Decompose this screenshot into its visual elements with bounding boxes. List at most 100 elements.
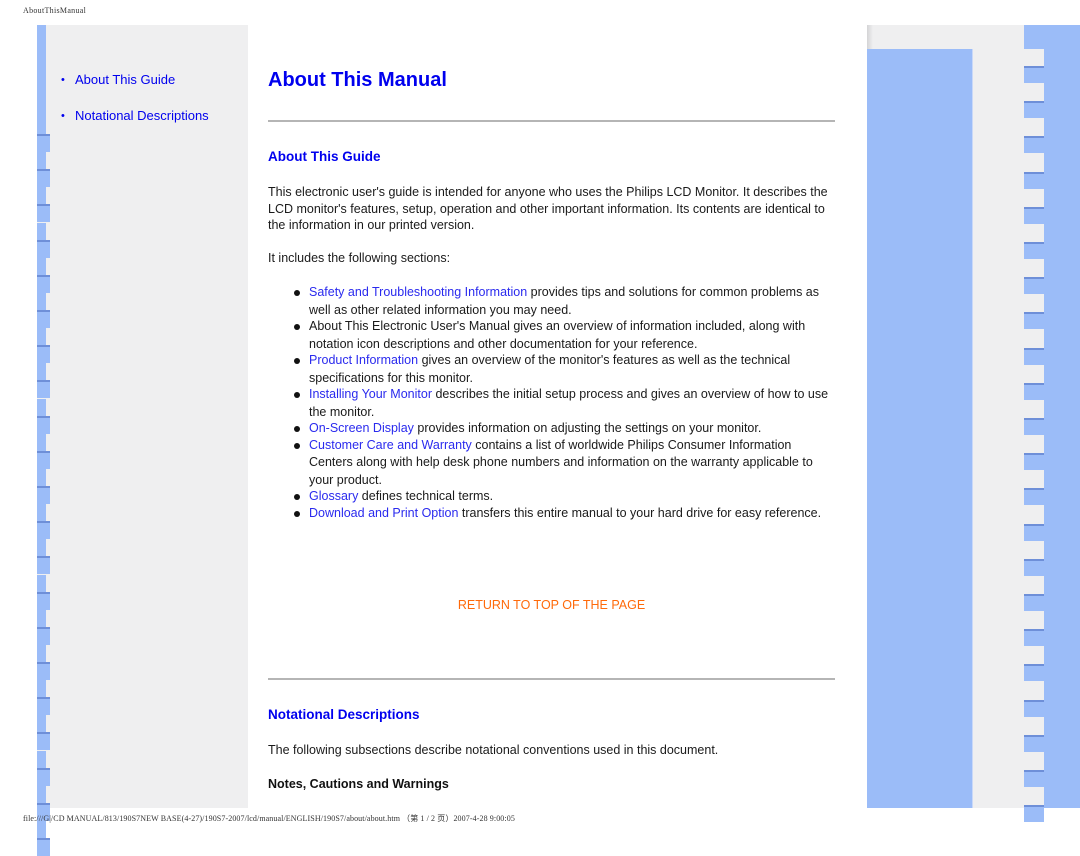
sidebar-item-about-this-guide[interactable]: • About This Guide — [61, 72, 209, 108]
link-download-print[interactable]: Download and Print Option — [309, 506, 458, 520]
bullet-icon — [294, 358, 300, 364]
bullet-icon: • — [61, 74, 65, 86]
decor-strip-segment — [37, 609, 46, 627]
decor-strip-segment — [37, 328, 46, 346]
decor-tab — [37, 239, 50, 258]
decor-tab — [1024, 242, 1044, 259]
bullet-icon — [294, 392, 300, 398]
decor-tab — [1024, 101, 1044, 119]
decor-tab — [1024, 171, 1044, 189]
link-installing-your-monitor[interactable]: Installing Your Monitor — [309, 387, 432, 401]
decor-shadow — [867, 25, 873, 49]
sections-lead: It includes the following sections: — [268, 251, 451, 265]
page-title: About This Manual — [268, 69, 447, 91]
link-product-information[interactable]: Product Information — [309, 353, 418, 367]
decor-tab — [37, 486, 50, 504]
link-safety-troubleshooting[interactable]: Safety and Troubleshooting Information — [309, 285, 527, 299]
decor-strip-segment — [37, 363, 46, 381]
return-to-top-link[interactable]: RETURN TO TOP OF THE PAGE — [268, 598, 835, 612]
sidebar: • About This Guide • Notational Descript… — [37, 25, 248, 856]
decor-strip-segment — [37, 785, 46, 803]
list-item: Customer Care and Warranty contains a li… — [292, 437, 832, 490]
list-item: On-Screen Display provides information o… — [292, 420, 832, 438]
decor-tab — [1024, 66, 1044, 83]
decor-strip-segment — [37, 398, 46, 416]
decor-tab — [37, 415, 50, 434]
bullet-icon — [294, 324, 300, 330]
list-item: Installing Your Monitor describes the in… — [292, 386, 832, 421]
decor-tab — [1024, 594, 1044, 611]
decor-tab — [1024, 770, 1044, 787]
subheading-notes-cautions-warnings: Notes, Cautions and Warnings — [268, 777, 449, 791]
decor-tab — [1024, 418, 1044, 435]
list-item: Product Information gives an overview of… — [292, 352, 832, 387]
decor-strip-segment — [37, 504, 46, 522]
sidebar-link-about-this-guide[interactable]: About This Guide — [75, 72, 175, 87]
decor-tab — [37, 134, 50, 152]
decor-tab — [37, 310, 50, 328]
decor-tab — [37, 626, 50, 645]
decor-tab — [1024, 453, 1044, 471]
decor-tab — [37, 521, 50, 540]
decor-strip — [1044, 25, 1080, 808]
decor-tab — [37, 274, 50, 293]
sections-list: Safety and Troubleshooting Information p… — [292, 284, 832, 521]
bullet-icon — [294, 290, 300, 296]
decor-tab — [37, 697, 50, 716]
decor-strip-segment — [37, 293, 46, 310]
list-item: Download and Print Option transfers this… — [292, 505, 832, 523]
decor-strip-top — [1024, 25, 1044, 49]
decor-tab — [37, 591, 50, 610]
list-item-text: About This Electronic User's Manual give… — [309, 319, 806, 351]
decor-tab — [37, 732, 50, 751]
bullet-icon: • — [61, 110, 65, 122]
decor-tab — [37, 169, 50, 188]
right-decoration — [867, 25, 1080, 823]
decor-strip-segment — [37, 680, 46, 698]
decor-tab — [1024, 734, 1044, 752]
bullet-icon — [294, 442, 300, 449]
link-on-screen-display[interactable]: On-Screen Display — [309, 421, 414, 435]
decor-tab — [1024, 805, 1044, 823]
decor-tab — [1024, 136, 1044, 154]
decor-tab — [1024, 664, 1044, 682]
decor-tab — [1024, 629, 1044, 647]
decor-tab — [37, 345, 50, 364]
decor-tab — [1024, 382, 1044, 400]
decor-strip-segment — [37, 574, 46, 592]
decor-strip-segment — [37, 222, 46, 240]
decor-strip-segment — [37, 750, 46, 768]
decor-strip-segment — [37, 539, 46, 557]
decor-tab — [37, 204, 50, 223]
link-glossary[interactable]: Glossary — [309, 489, 358, 503]
decor-strip-segment — [37, 715, 46, 733]
sidebar-item-notational-descriptions[interactable]: • Notational Descriptions — [61, 108, 209, 144]
section-heading-notational-descriptions: Notational Descriptions — [268, 707, 420, 722]
page-header: AboutThisManual — [23, 6, 87, 15]
list-item-text: defines technical terms. — [358, 489, 494, 503]
sidebar-nav: • About This Guide • Notational Descript… — [61, 72, 209, 144]
decor-tab — [1024, 558, 1044, 576]
decor-tab — [37, 450, 50, 469]
decor-panel — [867, 49, 973, 808]
notational-intro: The following subsections describe notat… — [268, 743, 719, 757]
sidebar-link-notational-descriptions[interactable]: Notational Descriptions — [75, 108, 209, 123]
divider — [268, 120, 835, 122]
decor-tab — [1024, 347, 1044, 365]
link-customer-care-warranty[interactable]: Customer Care and Warranty — [309, 438, 472, 452]
decor-tab — [37, 767, 50, 786]
decor-strip-segment — [37, 117, 46, 134]
decor-tab — [1024, 206, 1044, 224]
decor-strip-segment — [37, 433, 46, 451]
decor-tab — [37, 556, 50, 575]
bullet-icon — [294, 426, 300, 432]
decor-tab — [1024, 523, 1044, 541]
list-item: Safety and Troubleshooting Information p… — [292, 284, 832, 319]
decor-tab — [37, 838, 50, 856]
decor-tab — [1024, 488, 1044, 506]
decor-strip-segment — [37, 645, 46, 662]
bullet-icon — [294, 494, 300, 500]
decor-strip-segment — [37, 257, 46, 275]
decor-tab — [1024, 312, 1044, 330]
decor-strip-segment — [37, 187, 46, 205]
